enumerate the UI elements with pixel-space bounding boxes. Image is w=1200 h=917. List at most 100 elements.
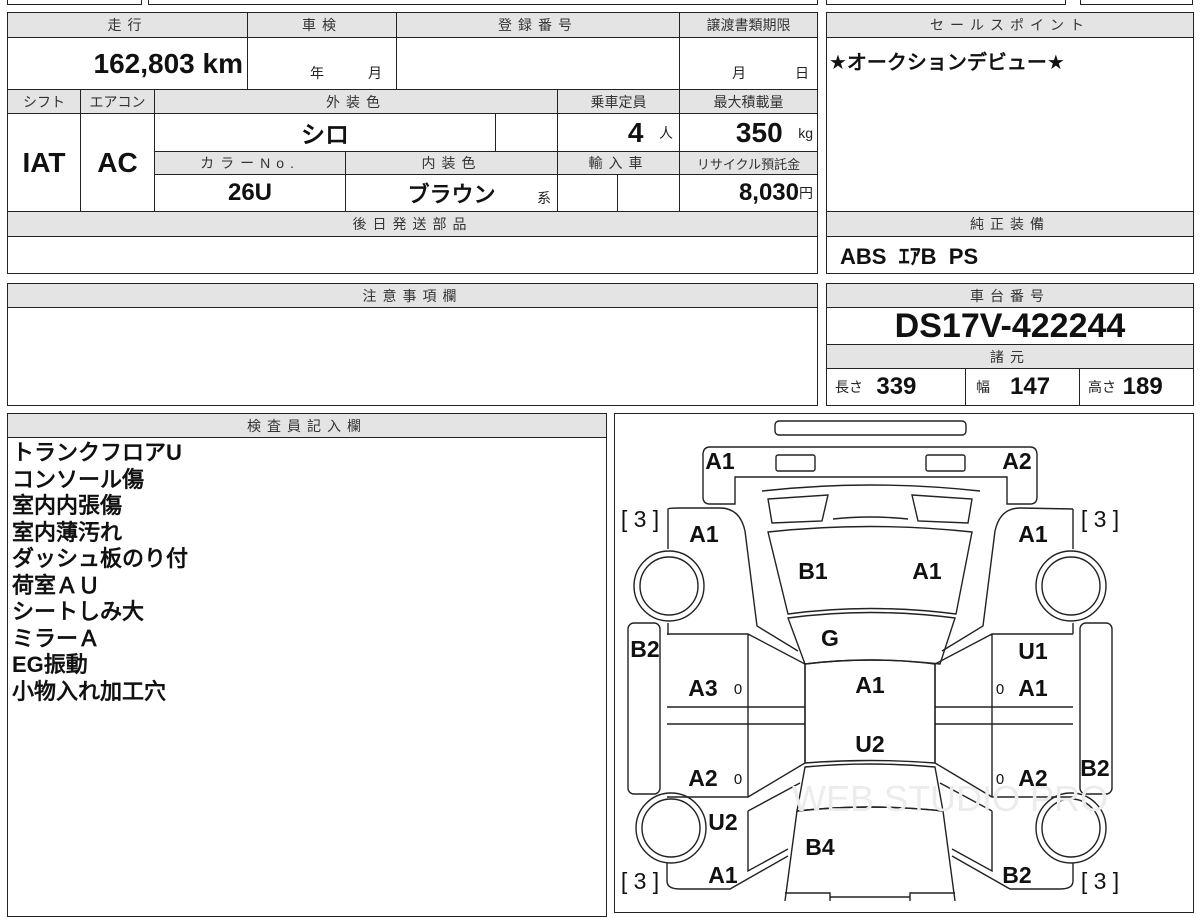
shaken-month: 月 xyxy=(368,65,382,81)
car-diagram-svg: WEB STUDIO PRO A1 A2 [ 3 ] A1 [ 3 ] A1 B1 A1 G B2… xyxy=(621,420,1119,901)
capacity-value: 4 xyxy=(627,116,644,148)
color-no-value: 26U xyxy=(154,174,346,212)
damage-mark: A1 xyxy=(708,862,738,888)
headlight-right xyxy=(925,454,966,472)
inspector-note: EG振動 xyxy=(12,652,88,677)
max-load-header: 最大積載量 xyxy=(679,89,818,114)
transfer-month: 月 xyxy=(732,65,746,81)
front-fender-left xyxy=(667,507,799,652)
height-value: 189 xyxy=(1122,373,1163,400)
damage-mark: A1 xyxy=(705,448,735,474)
top-strip-cell xyxy=(7,0,142,5)
shaken-year: 年 xyxy=(310,65,324,81)
length-label: 長さ xyxy=(835,379,863,395)
damage-mark: [ 3 ] xyxy=(1081,506,1119,532)
max-load-value: 350 xyxy=(735,116,783,148)
caution-body xyxy=(7,307,818,406)
transfer-deadline-header: 譲渡書類期限 xyxy=(679,12,818,38)
recycle-value: 8,030 xyxy=(738,179,799,206)
damage-mark: B2 xyxy=(1080,755,1109,781)
damage-mark: A3 xyxy=(688,675,717,701)
inspector-notes: トランクフロアU コンソール傷 室内内張傷 室内薄汚れ ダッシュ板のり付 荷室ＡＵ シートし… xyxy=(7,437,607,917)
sales-point-header: セールスポイント xyxy=(826,12,1194,38)
damage-mark: A2 xyxy=(688,765,717,791)
equipment-header: 純正装備 xyxy=(826,211,1194,237)
damage-mark: A1 xyxy=(689,521,719,547)
equipment-value: ABS ｴｱB PS xyxy=(826,236,1194,274)
recycle-cell: 8,030 円 xyxy=(679,174,818,212)
height-label: 高さ xyxy=(1088,379,1116,395)
import-cell xyxy=(617,174,680,212)
damage-mark: 0 xyxy=(734,681,742,698)
recycle-header: リサイクル預託金 xyxy=(679,151,818,175)
damage-mark: 0 xyxy=(734,771,742,788)
spec-width: 幅 147 xyxy=(965,368,1080,406)
exterior-color-value: シロ xyxy=(154,113,496,152)
top-strip-cell xyxy=(826,0,1066,5)
recycle-unit: 円 xyxy=(799,185,813,201)
inspector-note: コンソール傷 xyxy=(12,466,145,492)
top-strip-cell xyxy=(1080,0,1193,5)
damage-mark: B4 xyxy=(805,834,835,860)
shift-header: シフト xyxy=(7,89,81,114)
shaken-header: 車検 xyxy=(247,12,397,38)
damage-mark: B2 xyxy=(1002,862,1031,888)
spec-length: 長さ 339 xyxy=(826,368,966,406)
inspector-note: トランクフロアU xyxy=(12,440,182,465)
capacity-unit: 人 xyxy=(659,124,673,141)
registration-header: 登録番号 xyxy=(396,12,680,38)
sales-point-body: ★オークションデビュー★ xyxy=(826,37,1194,212)
width-label: 幅 xyxy=(976,379,990,395)
damage-mark: A1 xyxy=(1018,675,1048,701)
exterior-color-extra xyxy=(495,113,558,152)
damage-mark: U1 xyxy=(1018,638,1048,664)
shift-value: IAT xyxy=(7,113,81,212)
shaken-cell: 年 月 xyxy=(247,37,397,90)
damage-mark: U2 xyxy=(855,731,884,757)
mileage-value: 162,803 xyxy=(93,47,195,79)
inspector-note: 室内内張傷 xyxy=(12,493,123,518)
interior-color-header: 内装色 xyxy=(345,151,558,175)
interior-color-suffix: 系 xyxy=(537,190,551,206)
aircon-header: エアコン xyxy=(80,89,155,114)
inspector-note: ミラーＡ xyxy=(12,625,101,651)
damage-mark: A1 xyxy=(912,558,942,584)
mileage-unit: km xyxy=(202,47,243,79)
inspector-note: 室内薄汚れ xyxy=(12,519,123,545)
specs-header: 諸元 xyxy=(826,344,1194,369)
width-value: 147 xyxy=(1010,373,1051,400)
damage-mark: U2 xyxy=(708,809,737,835)
damage-mark: 0 xyxy=(996,681,1004,698)
registration-cell xyxy=(396,37,680,90)
wheel-front-right xyxy=(1035,550,1107,622)
damage-mark: A2 xyxy=(1002,448,1031,474)
damage-mark: 0 xyxy=(996,771,1004,788)
spec-height: 高さ 189 xyxy=(1079,368,1194,406)
interior-color-cell: ブラウン 系 xyxy=(345,174,558,212)
transfer-deadline-cell: 月 日 xyxy=(679,37,818,90)
front-fender-right xyxy=(941,507,1074,652)
hood xyxy=(702,446,1038,505)
chassis-value: DS17V-422244 xyxy=(826,307,1194,345)
damage-mark: B1 xyxy=(798,558,828,584)
damage-mark: B2 xyxy=(630,636,659,662)
damage-mark: [ 3 ] xyxy=(621,506,659,532)
damage-mark: A1 xyxy=(855,672,885,698)
damage-diagram: WEB STUDIO PRO A1 A2 [ 3 ] A1 [ 3 ] A1 B1 A1 G B2… xyxy=(614,413,1194,913)
front-bumper xyxy=(774,420,967,436)
inspector-note: 荷室ＡＵ xyxy=(12,572,101,598)
roof-front-panel xyxy=(787,611,956,665)
capacity-cell: 4 人 xyxy=(557,113,680,152)
chassis-header: 車台番号 xyxy=(826,283,1194,308)
capacity-header: 乗車定員 xyxy=(557,89,680,114)
import-header: 輸入車 xyxy=(557,151,680,175)
color-no-header: カラーNo. xyxy=(154,151,346,175)
watermark: WEB STUDIO PRO xyxy=(792,778,1108,819)
mileage-header: 走行 xyxy=(7,12,248,38)
aircon-value: AC xyxy=(80,113,155,212)
inspector-note: シートしみ大 xyxy=(12,599,145,624)
inspector-note: ダッシュ板のり付 xyxy=(12,546,189,571)
wheel-front-left xyxy=(633,550,705,622)
damage-mark: [ 3 ] xyxy=(621,868,659,894)
length-value: 339 xyxy=(876,373,917,400)
